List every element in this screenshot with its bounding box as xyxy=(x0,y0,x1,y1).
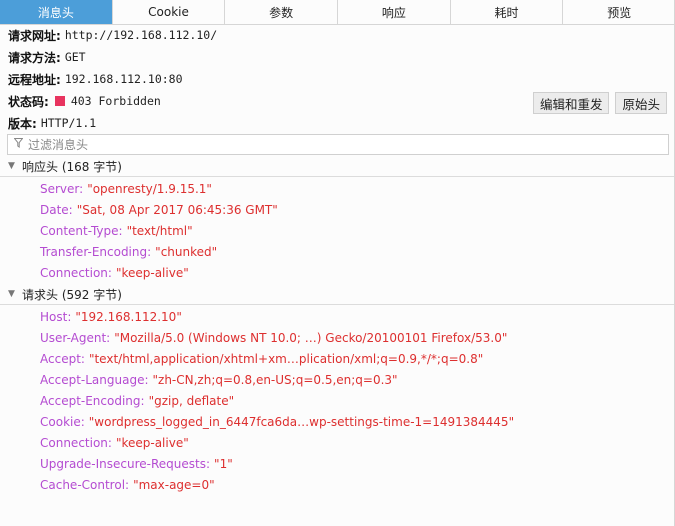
request-method-row: 请求方法: GET xyxy=(0,46,675,68)
collapse-triangle-icon: ▼ xyxy=(8,289,15,299)
request-url-label: 请求网址: xyxy=(8,28,61,43)
tab-timings[interactable]: 耗时 xyxy=(451,0,564,24)
header-value: "gzip, deflate" xyxy=(148,393,235,408)
header-name: Server: xyxy=(40,181,84,196)
header-actions: 编辑和重发 原始头 xyxy=(532,92,667,114)
request-headers-list: Host: "192.168.112.10" User-Agent: "Mozill… xyxy=(40,306,514,495)
collapse-triangle-icon: ▼ xyxy=(8,161,15,171)
header-value: "keep-alive" xyxy=(115,435,189,450)
request-headers-title: 请求头 (592 字节) xyxy=(22,287,122,302)
status-badge xyxy=(54,96,65,106)
header-name: Transfer-Encoding: xyxy=(40,244,152,259)
header-row[interactable]: Connection: "keep-alive" xyxy=(40,262,278,283)
header-value: "Mozilla/5.0 (Windows NT 10.0; …) Gecko/… xyxy=(114,330,508,345)
response-headers-list: Server: "openresty/1.9.15.1" Date: "Sat, 0… xyxy=(40,178,278,283)
header-row[interactable]: Accept: "text/html,application/xhtml+xm…p… xyxy=(40,348,514,369)
filter-headers-box xyxy=(7,134,669,155)
header-row[interactable]: Cookie: "wordpress_logged_in_6447fca6da…w… xyxy=(40,411,514,432)
filter-icon xyxy=(13,138,28,151)
header-name: Cookie: xyxy=(40,414,85,429)
header-row[interactable]: Accept-Language: "zh-CN,zh;q=0.8,en-US;q=… xyxy=(40,369,514,390)
request-method-value: GET xyxy=(64,50,86,64)
header-value: "text/html" xyxy=(126,223,193,238)
header-name: Accept-Language: xyxy=(40,372,149,387)
header-name: Connection: xyxy=(40,265,112,280)
tab-preview[interactable]: 预览 xyxy=(563,0,675,24)
tab-cookie[interactable]: Cookie xyxy=(113,0,226,24)
header-name: User-Agent: xyxy=(40,330,111,345)
header-name: Date: xyxy=(40,202,73,217)
header-row[interactable]: Connection: "keep-alive" xyxy=(40,432,514,453)
response-headers-section[interactable]: ▼ 响应头 (168 字节) xyxy=(0,156,675,177)
response-headers-title: 响应头 (168 字节) xyxy=(22,159,122,174)
header-value: "wordpress_logged_in_6447fca6da…wp-setti… xyxy=(88,414,515,429)
header-value: "max-age=0" xyxy=(133,477,215,492)
header-name: Upgrade-Insecure-Requests: xyxy=(40,456,211,471)
status-code-label: 状态码: xyxy=(8,94,49,109)
filter-headers-input[interactable] xyxy=(28,137,648,152)
header-row[interactable]: Accept-Encoding: "gzip, deflate" xyxy=(40,390,514,411)
header-value: "openresty/1.9.15.1" xyxy=(87,181,212,196)
status-code-row: 状态码: 403 Forbidden 编辑和重发 原始头 xyxy=(0,90,675,114)
status-code-value: 403 Forbidden xyxy=(70,94,161,108)
remote-address-value: 192.168.112.10:80 xyxy=(64,72,183,86)
header-row[interactable]: Upgrade-Insecure-Requests: "1" xyxy=(40,453,514,474)
remote-address-row: 远程地址: 192.168.112.10:80 xyxy=(0,68,675,90)
tab-response[interactable]: 响应 xyxy=(338,0,451,24)
header-value: "1" xyxy=(214,456,233,471)
tab-bar: 消息头 Cookie 参数 响应 耗时 预览 xyxy=(0,0,675,25)
header-value: "text/html,application/xhtml+xm…plicatio… xyxy=(88,351,484,366)
header-name: Cache-Control: xyxy=(40,477,130,492)
request-headers-section[interactable]: ▼ 请求头 (592 字节) xyxy=(0,284,675,305)
header-name: Accept-Encoding: xyxy=(40,393,145,408)
request-url-value: http://192.168.112.10/ xyxy=(64,28,218,42)
header-value: "chunked" xyxy=(155,244,218,259)
header-name: Host: xyxy=(40,309,72,324)
header-row[interactable]: Content-Type: "text/html" xyxy=(40,220,278,241)
raw-headers-button[interactable]: 原始头 xyxy=(615,92,667,114)
http-version-row: 版本: HTTP/1.1 xyxy=(0,112,675,134)
header-row[interactable]: Transfer-Encoding: "chunked" xyxy=(40,241,278,262)
http-version-value: HTTP/1.1 xyxy=(40,116,97,130)
header-row[interactable]: User-Agent: "Mozilla/5.0 (Windows NT 10.0… xyxy=(40,327,514,348)
header-value: "Sat, 08 Apr 2017 06:45:36 GMT" xyxy=(76,202,278,217)
header-name: Connection: xyxy=(40,435,112,450)
request-url-row: 请求网址: http://192.168.112.10/ xyxy=(0,24,675,46)
header-name: Accept: xyxy=(40,351,85,366)
header-row[interactable]: Host: "192.168.112.10" xyxy=(40,306,514,327)
tab-params[interactable]: 参数 xyxy=(225,0,339,24)
header-value: "zh-CN,zh;q=0.8,en-US;q=0.5,en;q=0.3" xyxy=(152,372,398,387)
tab-headers[interactable]: 消息头 xyxy=(0,0,113,24)
edit-and-resend-button[interactable]: 编辑和重发 xyxy=(532,92,610,114)
request-method-label: 请求方法: xyxy=(8,50,61,65)
header-value: "192.168.112.10" xyxy=(75,309,182,324)
header-row[interactable]: Server: "openresty/1.9.15.1" xyxy=(40,178,278,199)
remote-address-label: 远程地址: xyxy=(8,72,61,87)
header-name: Content-Type: xyxy=(40,223,123,238)
request-summary: 请求网址: http://192.168.112.10/ 请求方法: GET 远… xyxy=(0,24,675,134)
header-value: "keep-alive" xyxy=(115,265,189,280)
header-row[interactable]: Date: "Sat, 08 Apr 2017 06:45:36 GMT" xyxy=(40,199,278,220)
http-version-label: 版本: xyxy=(8,116,37,131)
header-row[interactable]: Cache-Control: "max-age=0" xyxy=(40,474,514,495)
